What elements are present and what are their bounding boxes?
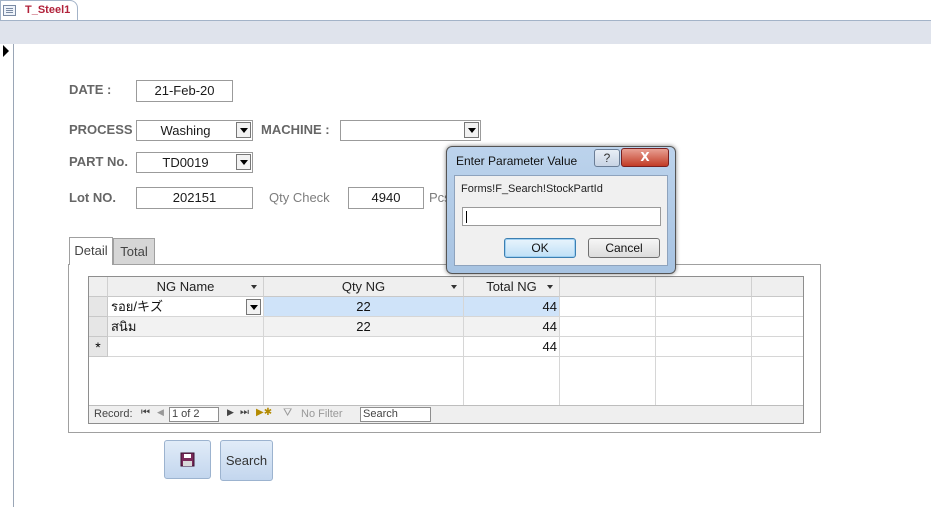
column-header-label: Total NG: [486, 279, 537, 294]
column-header-empty: [560, 277, 656, 297]
filter-icon[interactable]: ⛛: [283, 407, 292, 420]
column-header-label: NG Name: [156, 279, 215, 294]
form-header-band: [0, 21, 931, 44]
row-selector[interactable]: [89, 297, 108, 317]
column-header-label: Qty NG: [341, 279, 386, 294]
table-icon: [3, 5, 16, 16]
chevron-down-icon[interactable]: [236, 154, 251, 170]
search-button-label: Search: [225, 453, 268, 468]
row-selector[interactable]: [89, 317, 108, 337]
process-label: PROCESS :: [69, 122, 141, 137]
empty-cell: [656, 317, 752, 337]
save-icon: [180, 452, 195, 467]
column-header-qty-ng[interactable]: Qty NG: [264, 277, 464, 297]
chevron-down-icon[interactable]: [236, 122, 251, 138]
qty-check-label: Qty Check: [269, 190, 330, 205]
new-row-ng-name[interactable]: [108, 337, 264, 357]
new-record-icon[interactable]: ▶✱: [256, 407, 272, 418]
save-button[interactable]: [164, 440, 211, 479]
new-row-total-ng[interactable]: 44: [464, 337, 560, 357]
cancel-button[interactable]: Cancel: [588, 238, 660, 258]
empty-cell: [752, 337, 803, 357]
empty-area: [656, 357, 752, 405]
ng-datasheet: NG Name Qty NG Total NG รอย/キズ 22 44 สนิ…: [88, 276, 804, 424]
document-tab-strip: [0, 0, 931, 21]
current-record-arrow-icon: [3, 45, 9, 57]
empty-area: [560, 357, 656, 405]
sort-arrow-icon[interactable]: [547, 285, 553, 289]
record-position-field[interactable]: 1 of 2: [169, 407, 219, 422]
ng-name-value: รอย/キズ: [111, 299, 164, 314]
empty-cell: [656, 297, 752, 317]
no-filter-label[interactable]: No Filter: [301, 408, 343, 420]
next-record-icon[interactable]: ▶: [227, 407, 234, 418]
dialog-title: Enter Parameter Value: [456, 154, 578, 168]
qty-check-field[interactable]: 4940: [348, 187, 424, 209]
parameter-input[interactable]: [462, 207, 661, 226]
date-field[interactable]: 21-Feb-20: [136, 80, 233, 102]
first-record-icon[interactable]: ⏮: [141, 407, 150, 418]
empty-cell: [752, 297, 803, 317]
empty-area: [108, 357, 264, 405]
text-caret: [466, 211, 467, 223]
table-row-1-qty-ng[interactable]: 22: [264, 297, 464, 317]
empty-cell: [560, 337, 656, 357]
chevron-down-icon[interactable]: [246, 299, 261, 315]
new-record-asterisk-icon[interactable]: *: [89, 337, 108, 357]
previous-record-icon[interactable]: ◀: [157, 407, 164, 418]
date-label: DATE :: [69, 82, 112, 97]
last-record-icon[interactable]: ⏭: [240, 407, 249, 418]
column-header-ng-name[interactable]: NG Name: [108, 277, 264, 297]
lot-no-field[interactable]: 202151: [136, 187, 253, 209]
document-tab-label: T_Steel1: [25, 4, 71, 16]
record-label: Record:: [94, 408, 133, 420]
new-row-qty-ng[interactable]: [264, 337, 464, 357]
empty-cell: [560, 317, 656, 337]
sort-arrow-icon[interactable]: [251, 285, 257, 289]
close-icon[interactable]: X: [621, 148, 669, 167]
table-row-1-total-ng[interactable]: 44: [464, 297, 560, 317]
table-row-2-total-ng[interactable]: 44: [464, 317, 560, 337]
part-no-value: TD0019: [162, 155, 209, 170]
part-no-label: PART No.: [69, 154, 128, 169]
ok-button[interactable]: OK: [504, 238, 576, 258]
tab-total[interactable]: Total: [113, 238, 155, 264]
table-row-2-qty-ng[interactable]: 22: [264, 317, 464, 337]
column-header-total-ng[interactable]: Total NG: [464, 277, 560, 297]
table-row-2-ng-name[interactable]: สนิม: [108, 317, 264, 337]
sort-arrow-icon[interactable]: [451, 285, 457, 289]
record-selector-bar[interactable]: [0, 44, 14, 507]
lot-no-label: Lot NO.: [69, 190, 116, 205]
column-header-empty: [656, 277, 752, 297]
select-all-corner[interactable]: [89, 277, 108, 297]
table-row-1-ng-name[interactable]: รอย/キズ: [108, 297, 264, 317]
tab-detail[interactable]: Detail: [69, 237, 113, 265]
dialog-body: Forms!F_Search!StockPartId OK Cancel: [454, 175, 668, 266]
process-value: Washing: [160, 123, 211, 138]
machine-combo[interactable]: [340, 120, 481, 141]
search-box[interactable]: Search: [360, 407, 431, 422]
empty-area: [464, 357, 560, 405]
document-tab-t-steel1[interactable]: T_Steel1: [0, 0, 78, 20]
part-no-combo[interactable]: TD0019: [136, 152, 253, 173]
enter-parameter-dialog: Enter Parameter Value ? X Forms!F_Search…: [446, 146, 676, 274]
empty-cell: [656, 337, 752, 357]
search-button[interactable]: Search: [220, 440, 273, 481]
chevron-down-icon[interactable]: [464, 122, 479, 138]
empty-cell: [752, 317, 803, 337]
column-header-empty: [752, 277, 803, 297]
empty-cell: [560, 297, 656, 317]
machine-label: MACHINE :: [261, 122, 330, 137]
help-icon[interactable]: ?: [594, 149, 620, 167]
empty-area: [264, 357, 464, 405]
process-combo[interactable]: Washing: [136, 120, 253, 141]
parameter-prompt: Forms!F_Search!StockPartId: [461, 183, 603, 195]
record-navigation-bar: Record: ⏮ ◀ 1 of 2 ▶ ⏭ ▶✱ ⛛ No Filter Se…: [89, 405, 803, 423]
